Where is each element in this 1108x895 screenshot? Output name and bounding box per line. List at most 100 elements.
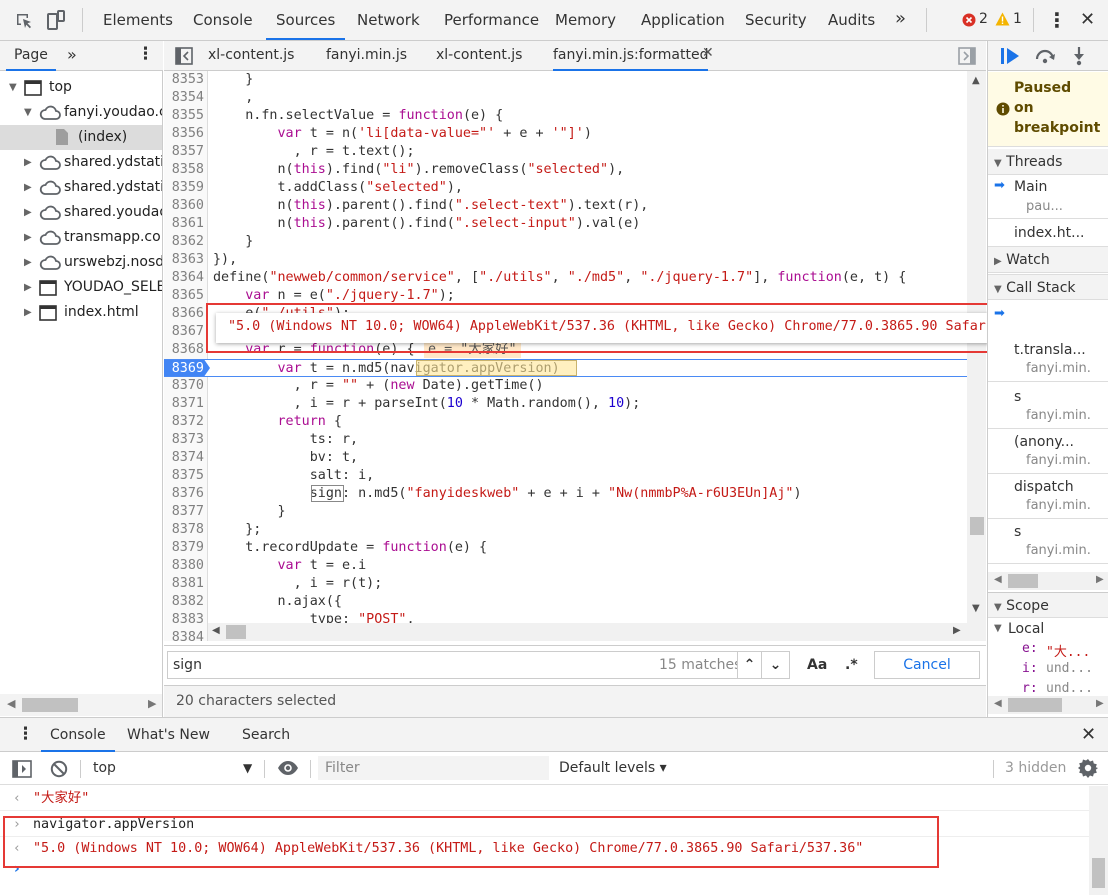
stack-scroll-left-icon[interactable]: ◀ [994,574,1002,585]
drawer-tab-search[interactable]: Search [233,718,299,752]
step-into-icon[interactable] [1072,46,1086,66]
tab-page[interactable]: Page [6,41,56,71]
search-input[interactable]: sign [173,657,202,673]
editor-tab[interactable]: fanyi.min.js [326,41,407,71]
threads-section-header[interactable]: ▼ Threads [988,149,1108,175]
log-levels-select[interactable]: Default levels ▾ [559,760,667,776]
line-number[interactable]: 8375 [164,467,204,485]
line-number[interactable]: 8371 [164,395,204,413]
toggle-navigator-icon[interactable] [175,47,193,65]
collapsed-arrow-icon[interactable]: ▶ [24,300,32,325]
context-select[interactable]: top [93,760,116,776]
scope-scrollbar[interactable] [1008,698,1062,712]
navigator-menu-icon[interactable]: ⋮ [137,44,154,64]
call-frame[interactable]: (anony... fanyi.min. [988,430,1108,474]
line-number[interactable]: 8373 [164,431,204,449]
watch-section-header[interactable]: ▶ Watch [988,247,1108,273]
line-number[interactable]: 8374 [164,449,204,467]
toggle-debugger-icon[interactable] [958,47,976,65]
line-number[interactable]: 8370 [164,377,204,395]
scroll-left-icon[interactable]: ◀ [7,697,15,710]
close-devtools-icon[interactable]: ✕ [1080,9,1095,30]
expanded-arrow-icon[interactable]: ▼ [24,100,32,125]
line-number[interactable]: 8379 [164,539,204,557]
line-number[interactable]: 8354 [164,89,204,107]
line-number[interactable]: 8364 [164,269,204,287]
console-vertical-scrollbar[interactable] [1089,786,1108,895]
callstack-section-header[interactable]: ▼ Call Stack [988,274,1108,300]
collapsed-arrow-icon[interactable]: ▶ [24,275,32,300]
error-icon[interactable] [962,13,976,27]
line-number[interactable]: 8366 [164,305,204,323]
call-frame[interactable]: s fanyi.min. [988,520,1108,564]
line-number[interactable]: 8377 [164,503,204,521]
stack-scroll-right-icon[interactable]: ▶ [1096,574,1104,585]
tab-performance[interactable]: Performance [434,0,549,40]
collapsed-arrow-icon[interactable]: ▶ [24,225,32,250]
tree-item[interactable]: ▼ top [0,75,162,100]
stack-scrollbar[interactable] [1008,574,1038,588]
scope-variable-name[interactable]: e: [1022,641,1038,656]
tab-memory[interactable]: Memory [545,0,626,40]
navigator-more-icon[interactable]: » [67,45,77,64]
drawer-tab-what-s-new[interactable]: What's New [118,718,219,752]
show-sidebar-icon[interactable] [12,760,32,778]
tab-sources[interactable]: Sources [266,0,346,40]
match-case-button[interactable]: Aa [807,657,827,673]
code-editor[interactable]: 8353 } 8354 , 8355 n.fn.selectValue = func… [164,71,967,641]
console-filter-input[interactable]: Filter [325,760,360,776]
line-number[interactable]: 8376 [164,485,204,503]
line-number[interactable]: 8356 [164,125,204,143]
line-number[interactable]: 8383 [164,611,204,629]
collapsed-arrow-icon[interactable]: ▶ [24,250,32,275]
collapsed-arrow-icon[interactable]: ▶ [24,150,32,175]
line-number[interactable]: 8363 [164,251,204,269]
regex-button[interactable]: .* [845,657,858,673]
line-number[interactable]: 8362 [164,233,204,251]
step-over-icon[interactable] [1034,48,1056,64]
resume-icon[interactable] [1000,47,1022,65]
editor-tab[interactable]: fanyi.min.js:formatted [553,41,709,71]
line-number[interactable]: 8381 [164,575,204,593]
scroll-right-icon[interactable]: ▶ [148,697,156,710]
call-frame[interactable]: s fanyi.min. [988,385,1108,429]
editor-tab[interactable]: xl-content.js [436,41,522,71]
tree-item[interactable]: (index) [0,125,162,150]
console-settings-gear-icon[interactable] [1078,758,1098,778]
tree-item[interactable]: ▶ urswebzj.nosdn [0,250,162,275]
editor-vertical-scrollbar[interactable]: ▲ ▼ [967,71,986,641]
tree-item[interactable]: ▶ transmapp.com [0,225,162,250]
line-number[interactable]: 8358 [164,161,204,179]
line-number[interactable]: 8365 [164,287,204,305]
line-number[interactable]: 8382 [164,593,204,611]
line-number[interactable]: 8368 [164,341,204,359]
horizontal-scrollbar[interactable] [22,698,78,712]
tree-item[interactable]: ▶ shared.youdao [0,200,162,225]
line-number[interactable]: 8355 [164,107,204,125]
warning-icon[interactable] [995,12,1010,26]
line-number[interactable]: 8360 [164,197,204,215]
line-number[interactable]: 8357 [164,143,204,161]
drawer-tab-console[interactable]: Console [41,718,115,752]
live-expression-eye-icon[interactable] [277,760,299,776]
scope-variable-name[interactable]: i: [1022,661,1038,676]
drawer-menu-icon[interactable]: ⋮ [17,724,34,744]
call-frame[interactable]: t.transla... fanyi.min. [988,338,1108,382]
editor-tab[interactable]: xl-content.js [208,41,294,71]
tree-item[interactable]: ▼ fanyi.youdao.co [0,100,162,125]
collapsed-arrow-icon[interactable]: ▶ [24,200,32,225]
search-next-button[interactable]: ⌄ [761,651,790,679]
tree-item[interactable]: ▶ shared.ydstatic [0,150,162,175]
tree-item[interactable]: ▶ YOUDAO_SELE [0,275,162,300]
customize-menu-icon[interactable]: ⋮ [1047,8,1067,32]
scope-local-label[interactable]: Local [1008,621,1044,637]
search-cancel-button[interactable]: Cancel [874,651,980,679]
line-number[interactable]: 8384 [164,629,204,641]
line-number[interactable]: 8369 [164,360,204,378]
search-prev-button[interactable]: ⌃ [737,651,762,679]
collapsed-arrow-icon[interactable]: ▶ [24,175,32,200]
thread-index[interactable]: index.ht... [1014,225,1084,241]
tree-item[interactable]: ▶ index.html [0,300,162,325]
tab-audits[interactable]: Audits [818,0,885,40]
call-frame[interactable]: dispatch fanyi.min. [988,475,1108,519]
